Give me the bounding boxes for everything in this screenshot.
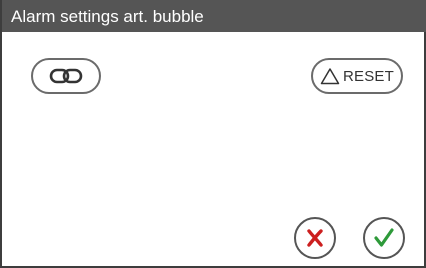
cross-icon: [307, 229, 323, 247]
cancel-button[interactable]: [294, 217, 336, 259]
window-title: Alarm settings art. bubble: [2, 0, 426, 32]
link-button[interactable]: [31, 58, 101, 94]
reset-button[interactable]: RESET: [311, 58, 403, 94]
alarm-settings-window: Alarm settings art. bubble RESET: [0, 0, 426, 268]
check-icon: [374, 228, 394, 247]
warning-triangle-icon: [320, 68, 340, 85]
link-icon: [49, 68, 83, 84]
confirm-button[interactable]: [363, 217, 405, 259]
reset-label: RESET: [342, 67, 394, 85]
